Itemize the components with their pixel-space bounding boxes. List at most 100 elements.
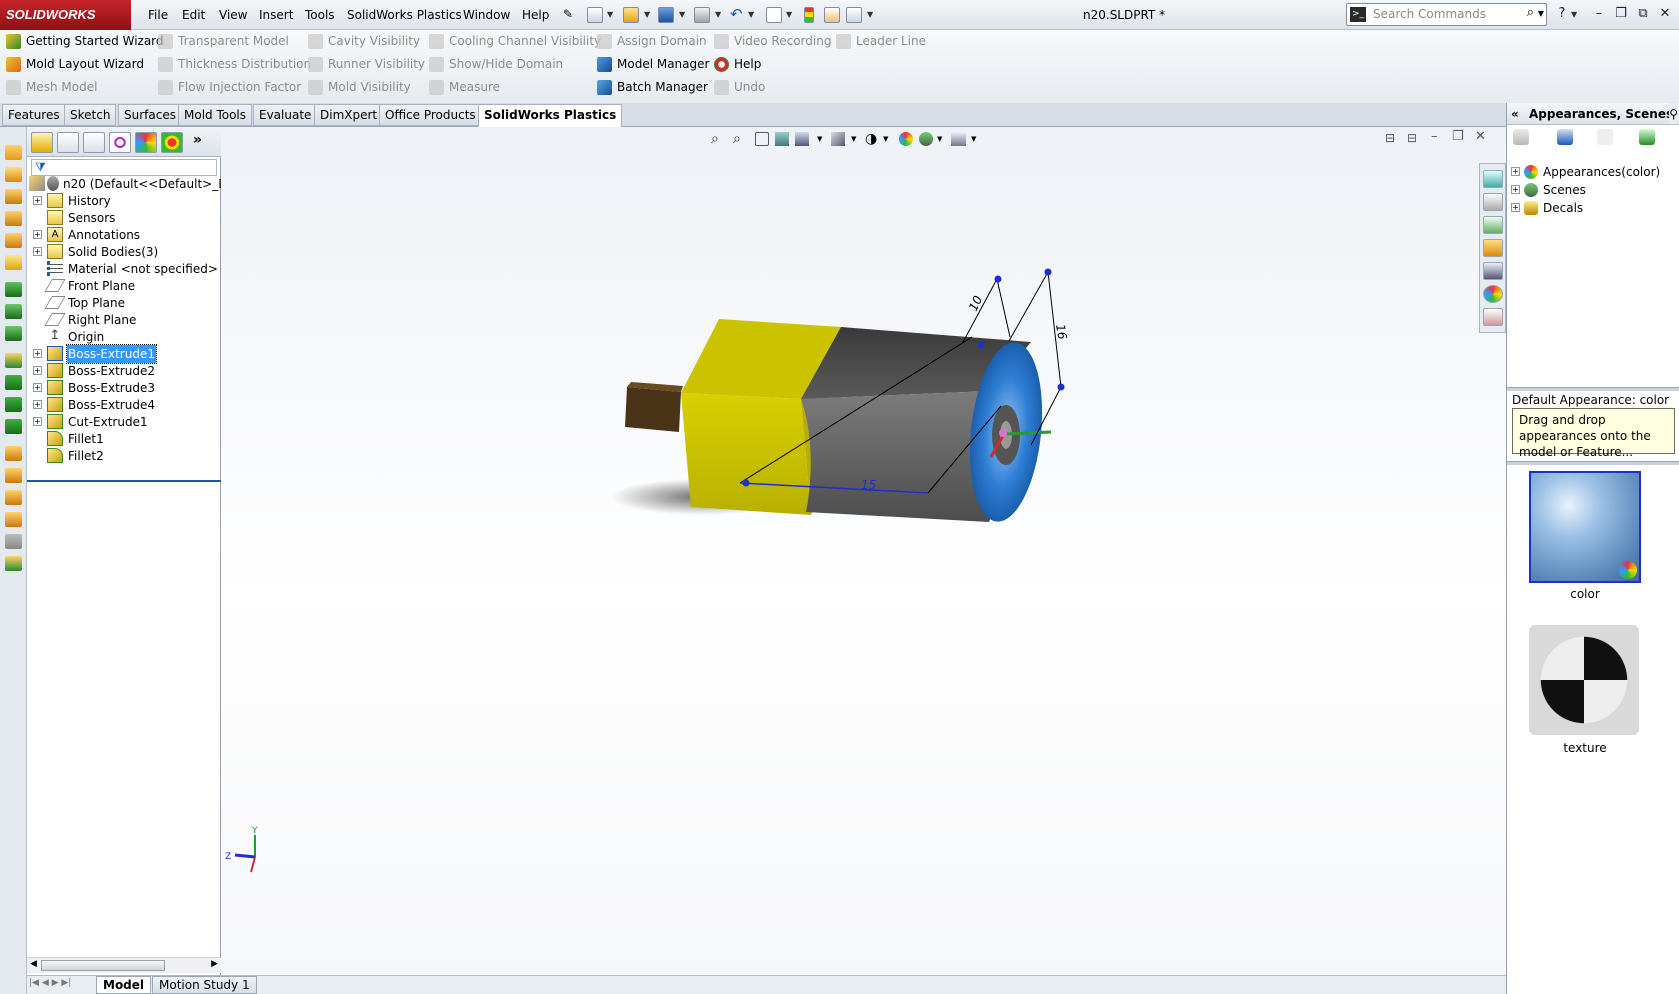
tab-mold-tools[interactable]: Mold Tools	[178, 104, 253, 126]
dimension-point[interactable]	[994, 275, 1002, 283]
feature-tree-tab-icon[interactable]	[31, 132, 53, 153]
undo-button[interactable]: Undo	[712, 76, 765, 99]
expand-icon[interactable]: +	[33, 230, 42, 239]
tab-motion-study[interactable]: Motion Study 1	[152, 976, 257, 994]
back-icon[interactable]	[1513, 129, 1529, 145]
cut-sweep-icon[interactable]	[5, 326, 22, 341]
pane-splitter[interactable]	[1507, 461, 1679, 465]
dimension-10-label[interactable]: 10	[966, 293, 985, 313]
rollback-bar[interactable]	[27, 480, 221, 482]
cut-revolve-icon[interactable]	[5, 304, 22, 319]
sweep-icon[interactable]	[5, 189, 22, 204]
appearances-scenes-icon[interactable]	[1483, 285, 1503, 303]
graphics-viewport[interactable]: ⌕ ⌕ ▼ ▼ ◑ ▼ ▼ ▼ ⊟ ⊟ – ❐ ✕ 15 10 16 Y Z	[221, 127, 1506, 975]
expand-icon[interactable]: +	[33, 383, 42, 392]
tree-item-cut-extrude1[interactable]: + Cut-Extrude1	[33, 413, 221, 431]
menu-solidworks-plastics[interactable]: SolidWorks Plastics	[347, 0, 462, 30]
double-chevron-right-icon[interactable]: »	[193, 132, 202, 148]
tree-item-boss-extrude1[interactable]: + Boss-Extrude1	[33, 344, 221, 364]
dimension-point[interactable]	[1044, 268, 1052, 276]
chevron-down-icon[interactable]: ▼	[748, 10, 755, 19]
tab-dimxpert[interactable]: DimXpert	[314, 104, 384, 126]
display-manager-tab-icon[interactable]	[135, 132, 157, 153]
wrap-icon[interactable]	[5, 490, 22, 505]
home-icon[interactable]	[1483, 193, 1503, 211]
transparent-model-button[interactable]: Transparent Model	[156, 30, 289, 53]
tab-sketch[interactable]: Sketch	[64, 104, 117, 126]
options-icon[interactable]	[846, 7, 862, 23]
solidworks-logo[interactable]: SOLIDWORKS	[0, 0, 131, 30]
boundary-icon[interactable]	[5, 233, 22, 248]
appearance-thumb-color[interactable]	[1529, 471, 1641, 583]
plastics-tab-icon[interactable]	[161, 132, 183, 153]
mold-layout-wizard-button[interactable]: Mold Layout Wizard	[4, 53, 144, 76]
tree-filter-input[interactable]: ⧩	[31, 159, 217, 176]
show-hide-domain-button[interactable]: Show/Hide Domain	[427, 53, 563, 76]
tree-item-fillet2[interactable]: Fillet2	[33, 447, 221, 465]
thickness-distribution-button[interactable]: Thickness Distribution	[156, 53, 311, 76]
appearance-thumb-texture[interactable]	[1529, 625, 1641, 737]
cut-extrude-icon[interactable]	[5, 282, 22, 297]
print-icon[interactable]	[694, 7, 710, 23]
assign-domain-button[interactable]: Assign Domain	[595, 30, 707, 53]
pin-icon[interactable]: ⚲	[1669, 103, 1678, 124]
dimension-point[interactable]	[742, 479, 750, 487]
tree-item-origin[interactable]: ↥ Origin	[33, 328, 221, 346]
model-drawing[interactable]: 15 10 16 Y Z	[221, 127, 1506, 975]
tree-item-annotations[interactable]: + A Annotations	[33, 226, 221, 244]
select-arrow-icon[interactable]	[766, 7, 782, 23]
open-folder-icon[interactable]	[623, 7, 639, 23]
minimize-icon[interactable]: –	[1590, 5, 1608, 23]
pin-icon[interactable]: ✎	[563, 7, 575, 23]
tree-item-boss-extrude2[interactable]: + Boss-Extrude2	[33, 362, 221, 380]
tab-surfaces[interactable]: Surfaces	[118, 104, 182, 126]
new-document-icon[interactable]	[587, 7, 603, 23]
tree-item-scenes[interactable]: + Scenes	[1511, 181, 1676, 199]
fillet-icon[interactable]	[5, 255, 22, 270]
expand-icon[interactable]: +	[33, 366, 42, 375]
custom-properties-icon[interactable]	[1483, 308, 1503, 326]
close-icon[interactable]: ✕	[1656, 5, 1674, 23]
copy-icon[interactable]	[1597, 129, 1613, 145]
chevron-down-icon[interactable]: ▼	[1571, 10, 1578, 19]
draft-icon[interactable]	[5, 446, 22, 461]
expand-icon[interactable]: +	[33, 349, 42, 358]
flow-injection-factor-button[interactable]: Flow Injection Factor	[156, 76, 301, 99]
tree-item-history[interactable]: + History	[33, 192, 221, 210]
expand-icon[interactable]: +	[1511, 185, 1520, 194]
tab-office-products[interactable]: Office Products	[379, 104, 482, 126]
scroll-left-icon[interactable]: ◀	[30, 959, 37, 969]
curves-icon[interactable]	[5, 534, 22, 549]
search-input[interactable]: Search Commands	[1373, 7, 1486, 21]
menu-view[interactable]: View	[219, 0, 247, 30]
pane-splitter[interactable]	[1507, 387, 1679, 391]
menu-insert[interactable]: Insert	[259, 0, 293, 30]
help-button[interactable]: Help	[712, 53, 761, 76]
chevron-down-icon[interactable]: ▼	[867, 10, 874, 19]
chevron-down-icon[interactable]: ▼	[715, 10, 722, 19]
tree-item-front-plane[interactable]: Front Plane	[33, 277, 221, 295]
menu-tools[interactable]: Tools	[305, 0, 335, 30]
undo-icon[interactable]: ↶	[730, 7, 746, 23]
runner-visibility-button[interactable]: Runner Visibility	[306, 53, 425, 76]
mesh-model-button[interactable]: Mesh Model	[4, 76, 97, 99]
getting-started-wizard-button[interactable]: Getting Started Wizard	[4, 30, 164, 53]
tree-item-decals[interactable]: + Decals	[1511, 199, 1676, 217]
help-icon[interactable]: ?	[1553, 5, 1571, 23]
tree-item-fillet1[interactable]: Fillet1	[33, 430, 221, 448]
chevron-down-icon[interactable]: ▼	[644, 10, 651, 19]
extrude-icon[interactable]	[5, 145, 22, 160]
instant3d-icon[interactable]	[5, 556, 22, 571]
revolve-icon[interactable]	[5, 167, 22, 182]
chevron-down-icon[interactable]: ▼	[786, 10, 793, 19]
tree-root[interactable]: n20 (Default<<Default>_Dis	[27, 175, 237, 193]
expand-icon[interactable]: +	[33, 400, 42, 409]
tree-item-boss-extrude3[interactable]: + Boss-Extrude3	[33, 379, 221, 397]
pattern-icon[interactable]	[5, 353, 22, 368]
menu-window[interactable]: Window	[463, 0, 510, 30]
shell-icon[interactable]	[5, 397, 22, 412]
save-icon[interactable]	[658, 7, 674, 23]
tree-item-right-plane[interactable]: Right Plane	[33, 311, 221, 329]
tab-solidworks-plastics[interactable]: SolidWorks Plastics	[478, 104, 623, 128]
new-folder-icon[interactable]	[1557, 129, 1573, 145]
